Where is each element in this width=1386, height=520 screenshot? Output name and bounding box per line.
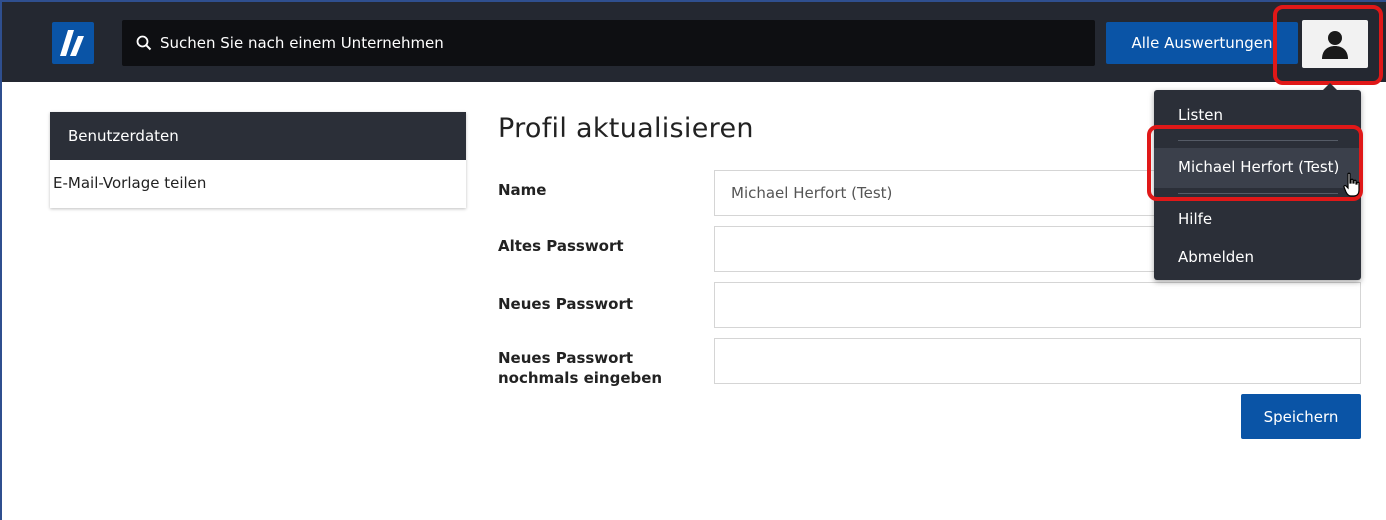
all-reports-button[interactable]: Alle Auswertungen [1106,22,1298,64]
sidebar-item-user-data[interactable]: Benutzerdaten [50,112,466,160]
menu-item-lists[interactable]: Listen [1178,106,1223,124]
new-password-label: Neues Passwort [498,295,634,313]
confirm-password-field[interactable] [714,338,1361,384]
new-password-field[interactable] [714,282,1361,328]
confirm-password-label: Neues Passwort nochmals eingeben [498,349,663,387]
menu-item-logout[interactable]: Abmelden [1178,248,1254,266]
user-profile-highlight-annotation [1147,125,1363,201]
old-password-label: Altes Passwort [498,237,624,255]
logo-icon [60,30,84,56]
top-navigation-bar: Suchen Sie nach einem Unternehmen Alle A… [2,2,1386,82]
menu-item-help[interactable]: Hilfe [1178,210,1212,228]
company-search-input[interactable]: Suchen Sie nach einem Unternehmen [122,20,1095,66]
sidebar-item-share-email-template[interactable]: E-Mail-Vorlage teilen [50,160,466,208]
app-logo[interactable] [52,22,94,64]
search-placeholder: Suchen Sie nach einem Unternehmen [160,34,444,52]
page-title: Profil aktualisieren [498,113,754,144]
name-label: Name [498,181,547,199]
avatar-highlight-annotation [1273,5,1383,85]
save-button[interactable]: Speichern [1241,394,1361,439]
settings-sidebar: Benutzerdaten E-Mail-Vorlage teilen [50,112,466,208]
search-icon [136,35,152,51]
hand-cursor-icon [1343,172,1360,197]
